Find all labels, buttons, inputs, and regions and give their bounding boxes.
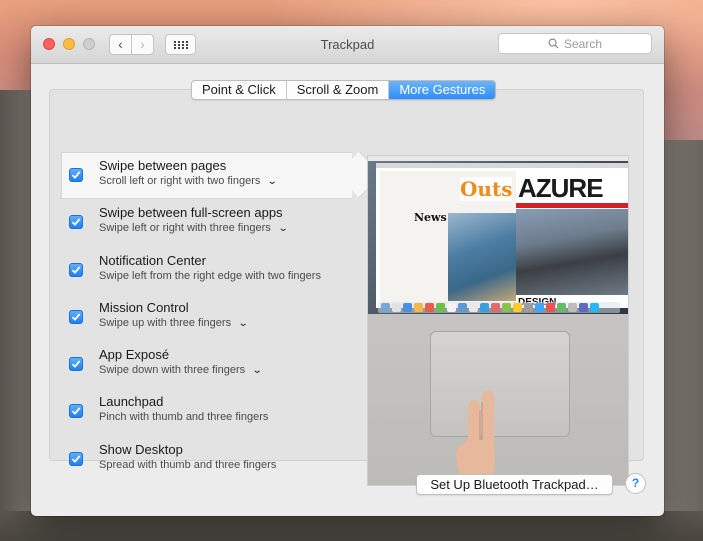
checkbox-swipe-pages[interactable] <box>69 168 83 182</box>
search-icon <box>548 38 559 49</box>
checkmark-icon <box>71 360 81 369</box>
help-button[interactable]: ? <box>625 473 646 494</box>
gesture-row-launchpad[interactable]: Launchpad Pinch with thumb and three fin… <box>61 388 353 435</box>
chevron-down-icon[interactable]: ⌄ <box>278 221 289 236</box>
tab-more-gestures[interactable]: More Gestures <box>389 81 496 99</box>
search-field[interactable]: Search <box>498 33 652 54</box>
title-bar: ‹ › Trackpad Search <box>31 26 664 64</box>
pane-content: Point & Click Scroll & Zoom More Gesture… <box>31 65 664 516</box>
gesture-title: Mission Control <box>99 299 189 315</box>
search-placeholder: Search <box>563 36 603 51</box>
tab-point-click[interactable]: Point & Click <box>192 81 287 99</box>
gesture-title: Launchpad <box>99 394 164 410</box>
gesture-title: Swipe between full-screen apps <box>99 205 283 221</box>
chevron-down-icon[interactable]: ⌄ <box>238 316 249 331</box>
gesture-row-notification-center[interactable]: Notification Center Swipe left from the … <box>61 247 353 294</box>
preview-dock <box>378 302 620 313</box>
gesture-title: Show Desktop <box>99 441 183 457</box>
chevron-down-icon[interactable]: ⌄ <box>267 174 278 189</box>
gesture-subtitle: Swipe down with three fingers <box>99 364 246 377</box>
checkbox-launchpad[interactable] <box>69 404 83 419</box>
preview-browser: Outs News AZURE DESIGN <box>376 163 628 308</box>
gesture-preview-video: Outs News AZURE DESIGN <box>367 155 629 486</box>
checkbox-mission-control[interactable] <box>69 309 83 324</box>
gesture-row-fullscreen-apps[interactable]: Swipe between full-screen apps Swipe lef… <box>61 199 353 246</box>
gesture-title: App Exposé <box>99 347 170 363</box>
preview-page-a: Outs News <box>380 171 516 308</box>
checkmark-icon <box>71 407 81 416</box>
gesture-row-show-desktop[interactable]: Show Desktop Spread with thumb and three… <box>61 436 353 483</box>
gesture-subtitle: Swipe left from the right edge with two … <box>99 269 321 282</box>
checkbox-app-expose[interactable] <box>69 357 83 372</box>
wallpaper-right <box>658 140 703 541</box>
preview-screen: Outs News AZURE DESIGN <box>368 156 628 314</box>
checkmark-icon <box>71 266 81 274</box>
checkmark-icon <box>71 218 81 227</box>
hand-gesture-icon <box>436 390 495 485</box>
gesture-subtitle: Swipe up with three fingers <box>99 316 232 329</box>
gesture-subtitle: Spread with thumb and three fingers <box>99 458 277 471</box>
gesture-list: Swipe between pages Scroll left or right… <box>61 152 353 483</box>
gesture-title: Swipe between pages <box>99 158 227 173</box>
preview-page-b: AZURE DESIGN <box>516 171 628 308</box>
gesture-row-app-expose[interactable]: App Exposé Swipe down with three fingers… <box>61 341 353 388</box>
gesture-subtitle: Pinch with thumb and three fingers <box>99 411 269 424</box>
tab-scroll-zoom[interactable]: Scroll & Zoom <box>287 81 390 99</box>
checkmark-icon <box>71 455 81 463</box>
preview-photo-a <box>448 213 516 301</box>
gesture-subtitle: Swipe left or right with three fingers <box>99 222 271 235</box>
gesture-row-mission-control[interactable]: Mission Control Swipe up with three fing… <box>61 294 353 341</box>
tab-bar: Point & Click Scroll & Zoom More Gesture… <box>191 80 497 100</box>
gesture-row-swipe-pages[interactable]: Swipe between pages Scroll left or right… <box>61 152 353 200</box>
gesture-title: Notification Center <box>99 252 206 268</box>
preview-logo-b: AZURE <box>518 173 604 203</box>
checkmark-icon <box>71 313 81 321</box>
chevron-down-icon[interactable]: ⌄ <box>252 363 263 378</box>
preview-logo-a: Outs <box>460 177 513 201</box>
preview-photo-b <box>516 209 628 295</box>
checkbox-fullscreen-apps[interactable] <box>69 215 83 230</box>
gesture-subtitle: Scroll left or right with two fingers <box>99 175 261 187</box>
checkbox-show-desktop[interactable] <box>69 451 83 466</box>
setup-bluetooth-trackpad-button[interactable]: Set Up Bluetooth Trackpad… <box>416 474 613 495</box>
trackpad-window: ‹ › Trackpad Search Point & Click Scroll… <box>31 26 664 516</box>
preview-heading-a: News <box>414 211 447 224</box>
checkmark-icon <box>71 171 81 179</box>
checkbox-notification-center[interactable] <box>69 262 83 277</box>
preview-menubar <box>368 156 628 161</box>
